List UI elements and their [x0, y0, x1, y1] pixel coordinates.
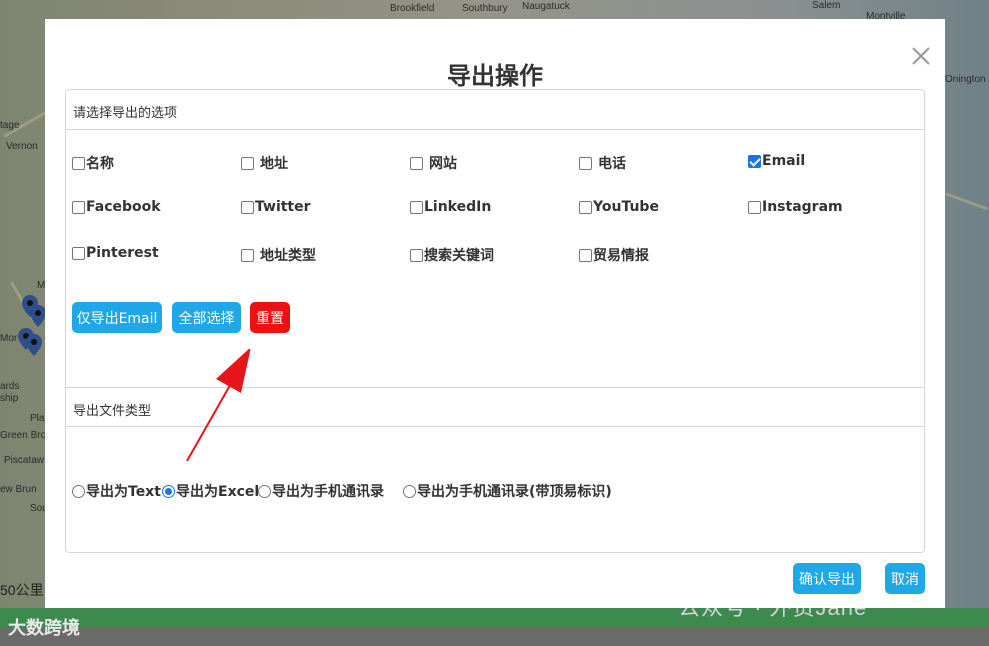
checkbox[interactable]	[579, 156, 592, 170]
select-all-button[interactable]: 全部选择	[172, 302, 241, 333]
checkbox[interactable]	[410, 248, 423, 262]
options-section-title: 请选择导出的选项	[66, 90, 924, 130]
map-label: Brookfield	[390, 3, 435, 14]
brand-logo-text: 大数跨境	[8, 618, 80, 638]
checkbox[interactable]	[72, 200, 85, 214]
field-option-search-keyword[interactable]: 搜索关键词	[410, 245, 494, 265]
map-label: Green Bro	[0, 430, 47, 441]
dialog-title: 导出操作	[447, 62, 543, 90]
checkbox[interactable]	[241, 200, 254, 214]
field-option-linkedin[interactable]: LinkedIn	[410, 199, 491, 215]
radio-export-contacts-branded[interactable]: 导出为手机通讯录(带顶易标识)	[403, 481, 612, 501]
reset-button[interactable]: 重置	[250, 302, 290, 333]
confirm-export-button[interactable]: 确认导出	[793, 563, 861, 594]
field-option-facebook[interactable]: Facebook	[72, 199, 161, 215]
map-label: Salem	[812, 0, 841, 11]
map-label: ards	[0, 381, 20, 392]
checkbox[interactable]	[410, 200, 423, 214]
field-option-address[interactable]: 地址	[241, 153, 288, 173]
radio-export-text[interactable]: 导出为Text	[72, 481, 161, 501]
radio-export-contacts[interactable]: 导出为手机通讯录	[258, 481, 384, 501]
map-label: Naugatuck	[522, 1, 570, 12]
export-email-only-button[interactable]: 仅导出Email	[72, 302, 162, 333]
cancel-button[interactable]: 取消	[885, 563, 925, 594]
map-label: Southbury	[462, 3, 508, 14]
field-option-pinterest[interactable]: Pinterest	[72, 245, 159, 261]
map-label: Vernon	[6, 141, 38, 152]
checkbox[interactable]	[748, 200, 761, 214]
checkbox[interactable]	[72, 156, 85, 170]
field-option-website[interactable]: 网站	[410, 153, 457, 173]
checkbox[interactable]	[241, 156, 254, 170]
checkbox[interactable]	[579, 200, 592, 214]
field-option-phone[interactable]: 电话	[579, 153, 626, 173]
bottom-strip	[0, 628, 989, 646]
annotation-arrow-icon	[186, 349, 251, 462]
field-option-name[interactable]: 名称	[72, 153, 114, 173]
checkbox[interactable]	[72, 246, 85, 260]
map-label: Onington	[945, 74, 986, 85]
location-pin-icon[interactable]	[26, 334, 42, 356]
field-option-instagram[interactable]: Instagram	[748, 199, 843, 215]
field-option-address-type[interactable]: 地址类型	[241, 245, 316, 265]
map-scale-label: 50公里	[0, 582, 44, 598]
map-label: Piscataw	[4, 455, 45, 466]
checkbox[interactable]	[579, 248, 592, 262]
radio-button[interactable]	[403, 484, 416, 498]
export-dialog: 导出操作 请选择导出的选项 名称 地址 网站 电话 Email Facebook…	[45, 19, 945, 608]
field-option-trade-intel[interactable]: 贸易情报	[579, 245, 649, 265]
close-icon[interactable]	[911, 46, 931, 66]
field-option-email[interactable]: Email	[748, 153, 805, 169]
field-option-twitter[interactable]: Twitter	[241, 199, 311, 215]
field-option-youtube[interactable]: YouTube	[579, 199, 659, 215]
map-label: ew Brun	[0, 484, 37, 495]
checkbox[interactable]	[410, 156, 423, 170]
radio-button[interactable]	[72, 484, 85, 498]
checkbox[interactable]	[241, 248, 254, 262]
checkbox-checked[interactable]	[748, 154, 761, 168]
map-label: ship	[0, 393, 19, 404]
map-label: Pla	[30, 413, 45, 424]
radio-button-selected[interactable]	[162, 484, 175, 498]
map-label: tage	[0, 120, 20, 131]
map-label: Mor	[0, 333, 18, 344]
location-pin-icon[interactable]	[30, 305, 46, 327]
